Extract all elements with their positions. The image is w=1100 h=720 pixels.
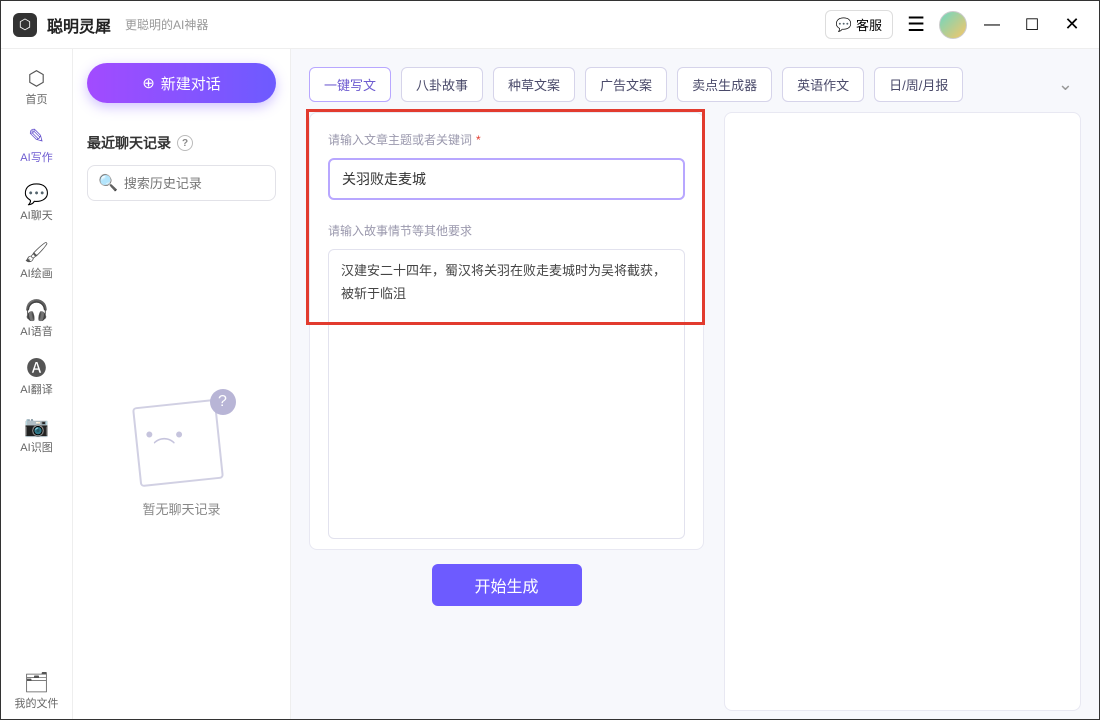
new-chat-label: 新建对话 (161, 73, 221, 94)
output-card (724, 112, 1081, 711)
app-name: 聪明灵犀 (47, 13, 111, 37)
required-asterisk: * (476, 133, 481, 147)
detail-label: 请输入故事情节等其他要求 (328, 222, 685, 239)
input-form-card: 请输入文章主题或者关键词 * 请输入故事情节等其他要求 (309, 112, 704, 550)
tab-gossip-story[interactable]: 八卦故事 (401, 67, 483, 102)
chevron-down-icon[interactable]: ⌄ (1050, 70, 1081, 99)
chat-bubble-icon: 💬 (836, 17, 852, 33)
window-close-button[interactable]: ✕ (1057, 14, 1087, 35)
sidebar-item-label: 我的文件 (15, 695, 59, 711)
sidebar-item-home[interactable]: ⬡ 首页 (9, 61, 65, 115)
empty-state: •︵• ? 暂无聊天记录 (87, 201, 276, 705)
sidebar-item-ai-chat[interactable]: 💬 AI聊天 (9, 177, 65, 231)
help-icon[interactable]: ? (177, 135, 193, 151)
tab-one-click-write[interactable]: 一键写文 (309, 67, 391, 102)
brush-icon: 🖌 (24, 243, 49, 263)
hamburger-menu-icon[interactable]: ☰ (903, 8, 929, 41)
sidebar-item-label: AI识图 (20, 439, 52, 455)
tab-report[interactable]: 日/周/月报 (874, 67, 963, 102)
sidebar-item-label: AI聊天 (20, 207, 52, 223)
chat-list-panel: ⊕ 新建对话 最近聊天记录 ? 🔍 •︵• ? 暂无聊天记录 (73, 49, 291, 719)
window-maximize-button[interactable]: ☐ (1017, 15, 1047, 35)
sidebar-item-ai-ocr[interactable]: 📷 AI识图 (9, 409, 65, 463)
sidebar-item-ai-write[interactable]: ✎ AI写作 (9, 119, 65, 173)
window-minimize-button[interactable]: — (977, 16, 1007, 34)
template-tabs: 一键写文 八卦故事 种草文案 广告文案 卖点生成器 英语作文 日/周/月报 ⌄ (291, 49, 1099, 112)
customer-service-label: 客服 (856, 15, 882, 34)
home-icon: ⬡ (28, 69, 45, 89)
recent-chats-heading: 最近聊天记录 ? (87, 133, 276, 153)
pencil-icon: ✎ (28, 127, 45, 147)
tab-selling-points[interactable]: 卖点生成器 (677, 67, 772, 102)
chat-search-input[interactable] (124, 176, 300, 191)
camera-icon: 📷 (24, 417, 49, 437)
sidebar-item-label: AI翻译 (20, 381, 52, 397)
recent-chats-label: 最近聊天记录 (87, 133, 171, 153)
tab-ad-copy[interactable]: 广告文案 (585, 67, 667, 102)
sidebar-item-ai-translate[interactable]: 🅐 AI翻译 (9, 351, 65, 405)
generate-button[interactable]: 开始生成 (432, 564, 582, 606)
sidebar-item-label: 首页 (26, 91, 48, 107)
sidebar-item-label: AI写作 (20, 149, 52, 165)
sidebar-item-my-files[interactable]: 🗂 我的文件 (9, 665, 65, 719)
titlebar: ⬡ 聪明灵犀 更聪明的AI神器 💬 客服 ☰ — ☐ ✕ (1, 1, 1099, 49)
topic-label: 请输入文章主题或者关键词 * (328, 131, 685, 148)
translate-icon: 🅐 (27, 359, 47, 379)
empty-text: 暂无聊天记录 (142, 499, 220, 518)
sidebar: ⬡ 首页 ✎ AI写作 💬 AI聊天 🖌 AI绘画 🎧 AI语音 🅐 AI翻译 … (1, 49, 73, 719)
customer-service-button[interactable]: 💬 客服 (825, 10, 893, 39)
sidebar-item-ai-draw[interactable]: 🖌 AI绘画 (9, 235, 65, 289)
topic-input[interactable] (328, 158, 685, 200)
empty-illustration: •︵• ? (122, 389, 242, 489)
user-avatar[interactable] (939, 11, 967, 39)
sidebar-item-label: AI绘画 (20, 265, 52, 281)
headphone-icon: 🎧 (24, 301, 49, 321)
sidebar-item-label: AI语音 (20, 323, 52, 339)
sidebar-item-ai-voice[interactable]: 🎧 AI语音 (9, 293, 65, 347)
files-icon: 🗂 (24, 673, 49, 693)
tab-zhongcao-copy[interactable]: 种草文案 (493, 67, 575, 102)
new-chat-button[interactable]: ⊕ 新建对话 (87, 63, 276, 103)
search-icon: 🔍 (98, 173, 118, 193)
tab-english-essay[interactable]: 英语作文 (782, 67, 864, 102)
detail-textarea[interactable] (328, 249, 685, 539)
chat-search-box[interactable]: 🔍 (87, 165, 276, 201)
app-logo-icon: ⬡ (13, 13, 37, 37)
question-badge-icon: ? (210, 389, 236, 415)
plus-icon: ⊕ (142, 74, 155, 92)
main-area: 一键写文 八卦故事 种草文案 广告文案 卖点生成器 英语作文 日/周/月报 ⌄ … (291, 49, 1099, 719)
chat-icon: 💬 (24, 185, 49, 205)
app-subtitle: 更聪明的AI神器 (125, 16, 208, 33)
